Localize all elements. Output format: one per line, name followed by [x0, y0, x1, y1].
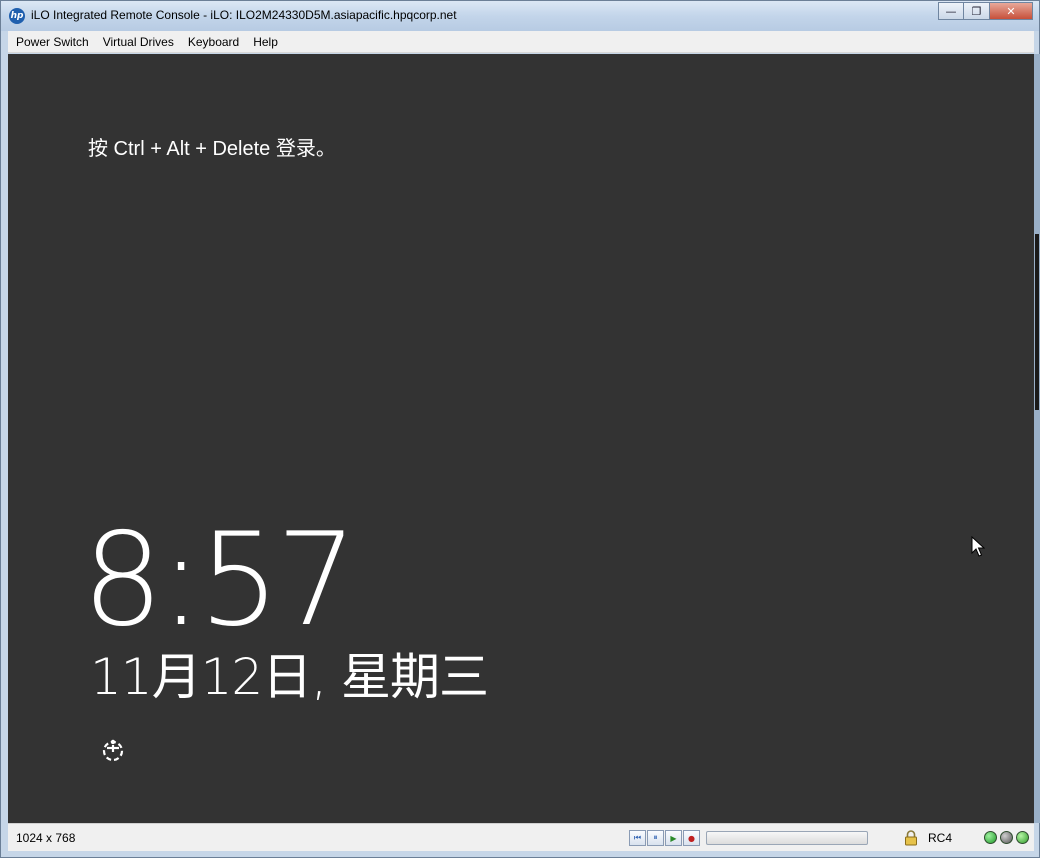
lockscreen-date: 11月12日, 星期三 — [90, 648, 489, 706]
status-led-icon — [1000, 831, 1013, 844]
close-icon: ✕ — [1006, 4, 1016, 18]
record-button[interactable]: ● — [683, 830, 700, 846]
minimize-icon: — — [945, 4, 957, 18]
pause-button[interactable]: ⏸ — [647, 830, 664, 846]
vertical-scrollbar[interactable] — [1034, 54, 1040, 823]
console-window: hp iLO Integrated Remote Console - iLO: … — [0, 0, 1040, 858]
rewind-icon: ⏮ — [633, 833, 642, 842]
lock-icon — [905, 830, 917, 846]
record-icon: ● — [688, 833, 695, 843]
resolution-label: 1024 x 768 — [16, 831, 76, 845]
pause-icon: ⏸ — [653, 833, 658, 842]
menu-keyboard[interactable]: Keyboard — [181, 31, 246, 53]
status-led-icon — [984, 831, 997, 844]
menu-power-switch[interactable]: Power Switch — [8, 31, 96, 53]
window-title: iLO Integrated Remote Console - iLO: ILO… — [31, 8, 457, 22]
playback-controls: ⏮ ⏸ ▶ ● — [629, 830, 701, 846]
restore-button[interactable]: ❐ — [964, 2, 990, 20]
close-button[interactable]: ✕ — [990, 2, 1033, 20]
mouse-cursor-icon — [971, 536, 985, 557]
encryption-label: RC4 — [928, 831, 953, 845]
menu-bar: Power Switch Virtual Drives Keyboard Hel… — [8, 31, 1034, 53]
playback-progress-bar[interactable] — [706, 831, 868, 845]
status-bar: 1024 x 768 ⏮ ⏸ ▶ ● RC4 — [8, 823, 1034, 851]
status-led-icon — [1016, 831, 1029, 844]
login-hint: 按 Ctrl + Alt + Delete 登录。 — [88, 138, 336, 160]
title-bar[interactable]: hp iLO Integrated Remote Console - iLO: … — [1, 1, 1039, 31]
play-icon: ▶ — [670, 833, 677, 843]
menu-help[interactable]: Help — [246, 31, 285, 53]
minimize-button[interactable]: — — [938, 2, 964, 20]
remote-screen[interactable]: 按 Ctrl + Alt + Delete 登录。 8:57 11月12日, 星… — [8, 54, 1034, 823]
restore-icon: ❐ — [971, 4, 982, 18]
ease-of-access-icon[interactable] — [100, 737, 126, 763]
lockscreen-time: 8:57 — [82, 506, 357, 655]
menu-virtual-drives[interactable]: Virtual Drives — [96, 31, 181, 53]
play-button[interactable]: ▶ — [665, 830, 682, 846]
window-controls: — ❐ ✕ — [938, 2, 1033, 20]
scrollbar-thumb[interactable] — [1035, 234, 1039, 410]
status-leds — [984, 831, 1032, 844]
rewind-button[interactable]: ⏮ — [629, 830, 646, 846]
hp-logo-icon: hp — [9, 8, 25, 24]
